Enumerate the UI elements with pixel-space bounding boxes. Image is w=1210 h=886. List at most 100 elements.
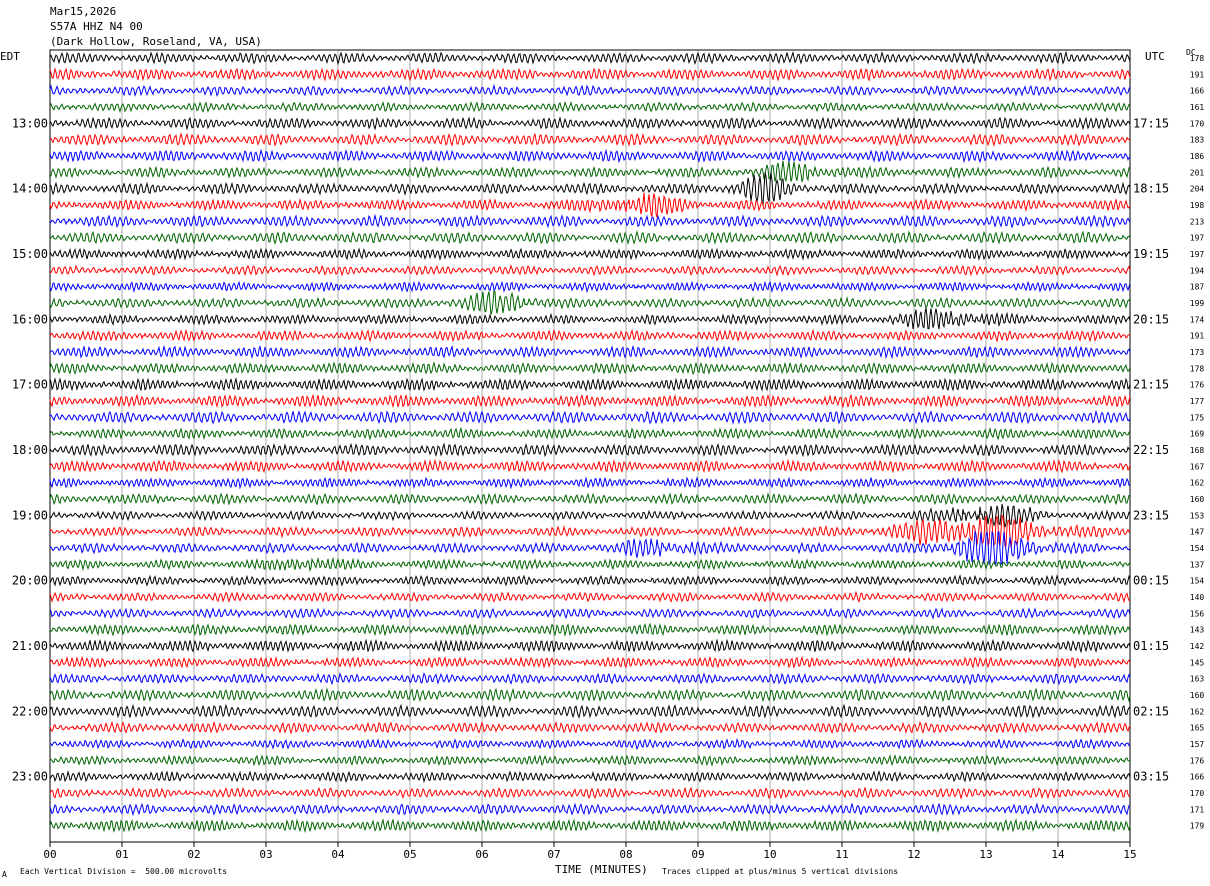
x-tick-label: 15 — [1123, 848, 1136, 861]
seismic-trace — [49, 458, 1131, 474]
x-tick-label: 11 — [835, 848, 848, 861]
hour-label-right: 22:15 — [1133, 443, 1169, 457]
dc-offset-label: 160 — [1190, 495, 1205, 504]
dc-offset-label: 163 — [1190, 675, 1205, 684]
dc-offset-label: 156 — [1190, 609, 1205, 618]
dc-offset-label: 169 — [1190, 430, 1205, 439]
dc-offset-label: 176 — [1190, 381, 1205, 390]
x-tick-label: 02 — [187, 848, 200, 861]
seismic-trace — [49, 672, 1131, 686]
seismic-trace — [49, 307, 1131, 330]
seismic-trace — [49, 426, 1131, 441]
dc-offset-label: 143 — [1190, 626, 1205, 635]
seismic-trace — [49, 720, 1131, 735]
dc-offset-label: 183 — [1190, 136, 1205, 145]
hour-label-right: 21:15 — [1133, 378, 1169, 392]
seismic-trace — [49, 280, 1131, 294]
dc-offset-label: 197 — [1190, 250, 1205, 259]
seismic-trace — [49, 377, 1131, 392]
seismic-trace — [49, 638, 1131, 654]
seismic-trace — [49, 703, 1131, 719]
dc-offset-label: 166 — [1190, 87, 1205, 96]
dc-offset-label: 161 — [1190, 103, 1205, 112]
seismic-trace — [49, 132, 1131, 147]
seismic-trace — [49, 409, 1131, 425]
x-tick-label: 03 — [259, 848, 272, 861]
seismic-trace — [49, 818, 1131, 834]
x-tick-label: 13 — [979, 848, 992, 861]
dc-offset-label: 137 — [1190, 560, 1205, 569]
dc-offset-label: 204 — [1190, 185, 1205, 194]
seismic-trace — [49, 442, 1130, 458]
hour-label-left: 17:00 — [12, 378, 48, 392]
seismic-trace — [49, 737, 1131, 751]
hour-label-right: 23:15 — [1133, 508, 1169, 522]
x-tick-label: 14 — [1051, 848, 1065, 861]
hour-label-left: 14:00 — [12, 182, 48, 196]
hour-label-left: 20:00 — [12, 574, 48, 588]
plot-frame — [49, 49, 1131, 843]
dc-offset-label: 197 — [1190, 234, 1205, 243]
dc-offset-label: 162 — [1190, 479, 1205, 488]
seismic-trace — [49, 687, 1131, 703]
dc-offset-label: 166 — [1190, 773, 1205, 782]
x-tick-label: 10 — [763, 848, 776, 861]
dc-offset-label: 153 — [1190, 511, 1205, 520]
seismic-trace — [49, 655, 1131, 670]
seismic-trace — [49, 50, 1131, 66]
x-tick-label: 05 — [403, 848, 416, 861]
x-tick-label: 00 — [43, 848, 56, 861]
hour-label-left: 21:00 — [12, 639, 48, 653]
dc-offset-label: 154 — [1190, 544, 1205, 553]
dc-offset-label: 194 — [1190, 266, 1205, 275]
seismic-trace — [49, 192, 1131, 218]
seismic-trace — [49, 476, 1131, 490]
dc-offset-label: 157 — [1190, 740, 1205, 749]
dc-offset-label: 178 — [1190, 54, 1205, 63]
dc-offset-label: 201 — [1190, 168, 1205, 177]
hour-label-left: 23:00 — [12, 770, 48, 784]
hour-label-left: 19:00 — [12, 508, 48, 522]
dc-offset-label: 174 — [1190, 315, 1205, 324]
seismic-trace — [49, 607, 1131, 620]
dc-offset-label: 140 — [1190, 593, 1205, 602]
corner-mark: A — [2, 870, 7, 879]
dc-offset-label: 199 — [1190, 299, 1205, 308]
seismic-trace — [49, 574, 1131, 588]
seismic-trace — [49, 530, 1131, 565]
seismic-trace — [49, 172, 1131, 207]
seismic-trace — [49, 67, 1131, 83]
seismic-trace — [49, 590, 1131, 604]
dc-offset-label: 170 — [1190, 119, 1205, 128]
seismic-trace — [49, 116, 1131, 131]
dc-offset-label: 162 — [1190, 707, 1205, 716]
seismic-trace — [49, 328, 1131, 343]
hour-label-left: 13:00 — [12, 116, 48, 130]
seismic-trace — [49, 556, 1131, 573]
dc-offset-label: 175 — [1190, 413, 1205, 422]
helicorder-plot: 00 01 02 03 04 05 06 07 08 09 10 11 12 13 14 15 178 191 16… — [12, 49, 1205, 861]
hour-label-right: 00:15 — [1133, 574, 1169, 588]
x-tick-label: 06 — [475, 848, 488, 861]
hour-label-right: 02:15 — [1133, 704, 1169, 718]
dc-offset-label: 171 — [1190, 805, 1205, 814]
hour-label-right: 01:15 — [1133, 639, 1169, 653]
seismic-trace — [49, 503, 1131, 528]
seismic-trace — [49, 264, 1131, 277]
seismic-trace — [49, 492, 1130, 506]
seismic-trace — [49, 344, 1131, 360]
dc-offset-label: 186 — [1190, 152, 1205, 161]
seismic-trace — [49, 786, 1131, 800]
x-tick-label: 08 — [619, 848, 632, 861]
hour-label-left: 18:00 — [12, 443, 48, 457]
dc-offset-label: 168 — [1190, 446, 1205, 455]
dc-offset-label: 177 — [1190, 397, 1205, 406]
seismic-trace — [49, 148, 1131, 164]
dc-offset-label: 165 — [1190, 724, 1205, 733]
dc-offset-label: 213 — [1190, 217, 1205, 226]
dc-offset-label: 178 — [1190, 364, 1205, 373]
dc-offset-label: 147 — [1190, 528, 1205, 537]
x-tick-label: 12 — [907, 848, 920, 861]
clip-note: Traces clipped at plus/minus 5 vertical … — [662, 867, 899, 876]
dc-offset-label: 176 — [1190, 756, 1205, 765]
